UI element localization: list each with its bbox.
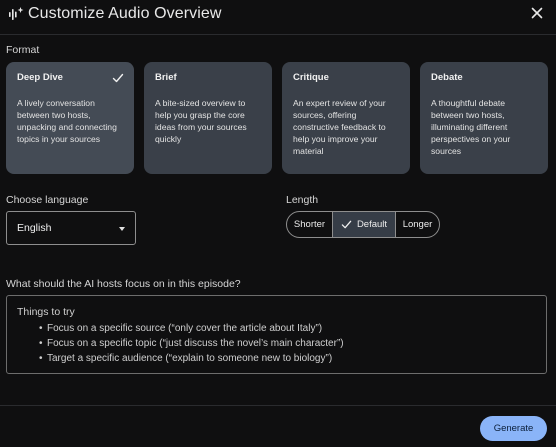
- format-cards: Deep Dive A lively conversation between …: [6, 62, 548, 174]
- format-card-brief[interactable]: Brief A bite-sized overview to help you …: [144, 62, 272, 174]
- option-label: Shorter: [293, 219, 326, 230]
- format-label: Format: [6, 44, 40, 56]
- hint-item: Focus on a specific source (“only cover …: [39, 321, 536, 336]
- length-option-shorter[interactable]: Shorter: [287, 212, 332, 237]
- hint-title: Things to try: [17, 306, 75, 318]
- dialog-title: Customize Audio Overview: [28, 5, 222, 22]
- checkmark-icon: [341, 219, 352, 230]
- option-label: Longer: [402, 219, 433, 230]
- card-description: An expert review of your sources, offeri…: [293, 98, 386, 156]
- header-divider: [0, 34, 556, 35]
- card-description: A lively conversation between two hosts,…: [17, 98, 117, 144]
- format-card-debate[interactable]: Debate A thoughtful debate between two h…: [420, 62, 548, 174]
- close-icon[interactable]: [528, 4, 546, 22]
- option-label: Default: [356, 219, 388, 230]
- card-description: A bite-sized overview to help you grasp …: [155, 98, 247, 144]
- hint-item: Focus on a specific topic (“just discuss…: [39, 336, 536, 351]
- card-description: A thoughtful debate between two hosts, i…: [431, 98, 511, 156]
- hint-list: Focus on a specific source (“only cover …: [17, 321, 536, 366]
- language-label: Choose language: [6, 194, 89, 206]
- length-option-longer[interactable]: Longer: [395, 212, 439, 237]
- length-option-default[interactable]: Default: [332, 212, 395, 237]
- checkmark-icon: [112, 71, 124, 83]
- focus-label: What should the AI hosts focus on in thi…: [6, 278, 241, 290]
- dropdown-caret-icon: [119, 227, 125, 231]
- dialog-header: Customize Audio Overview: [0, 0, 556, 28]
- footer-divider: [0, 405, 556, 406]
- format-card-critique[interactable]: Critique An expert review of your source…: [282, 62, 410, 174]
- card-title: Critique: [293, 72, 329, 83]
- length-label: Length: [286, 194, 319, 206]
- sparkle-waveform-icon: [8, 6, 24, 22]
- card-title: Debate: [431, 72, 463, 83]
- generate-button[interactable]: Generate: [480, 416, 547, 441]
- focus-textarea[interactable]: Things to try Focus on a specific source…: [6, 295, 547, 374]
- format-card-deep-dive[interactable]: Deep Dive A lively conversation between …: [6, 62, 134, 174]
- hint-item: Target a specific audience (“explain to …: [39, 351, 536, 366]
- language-select[interactable]: English: [6, 211, 136, 245]
- length-toggle: Shorter Default Longer: [286, 211, 440, 238]
- card-title: Deep Dive: [17, 72, 63, 83]
- card-title: Brief: [155, 72, 177, 83]
- language-value: English: [17, 222, 52, 234]
